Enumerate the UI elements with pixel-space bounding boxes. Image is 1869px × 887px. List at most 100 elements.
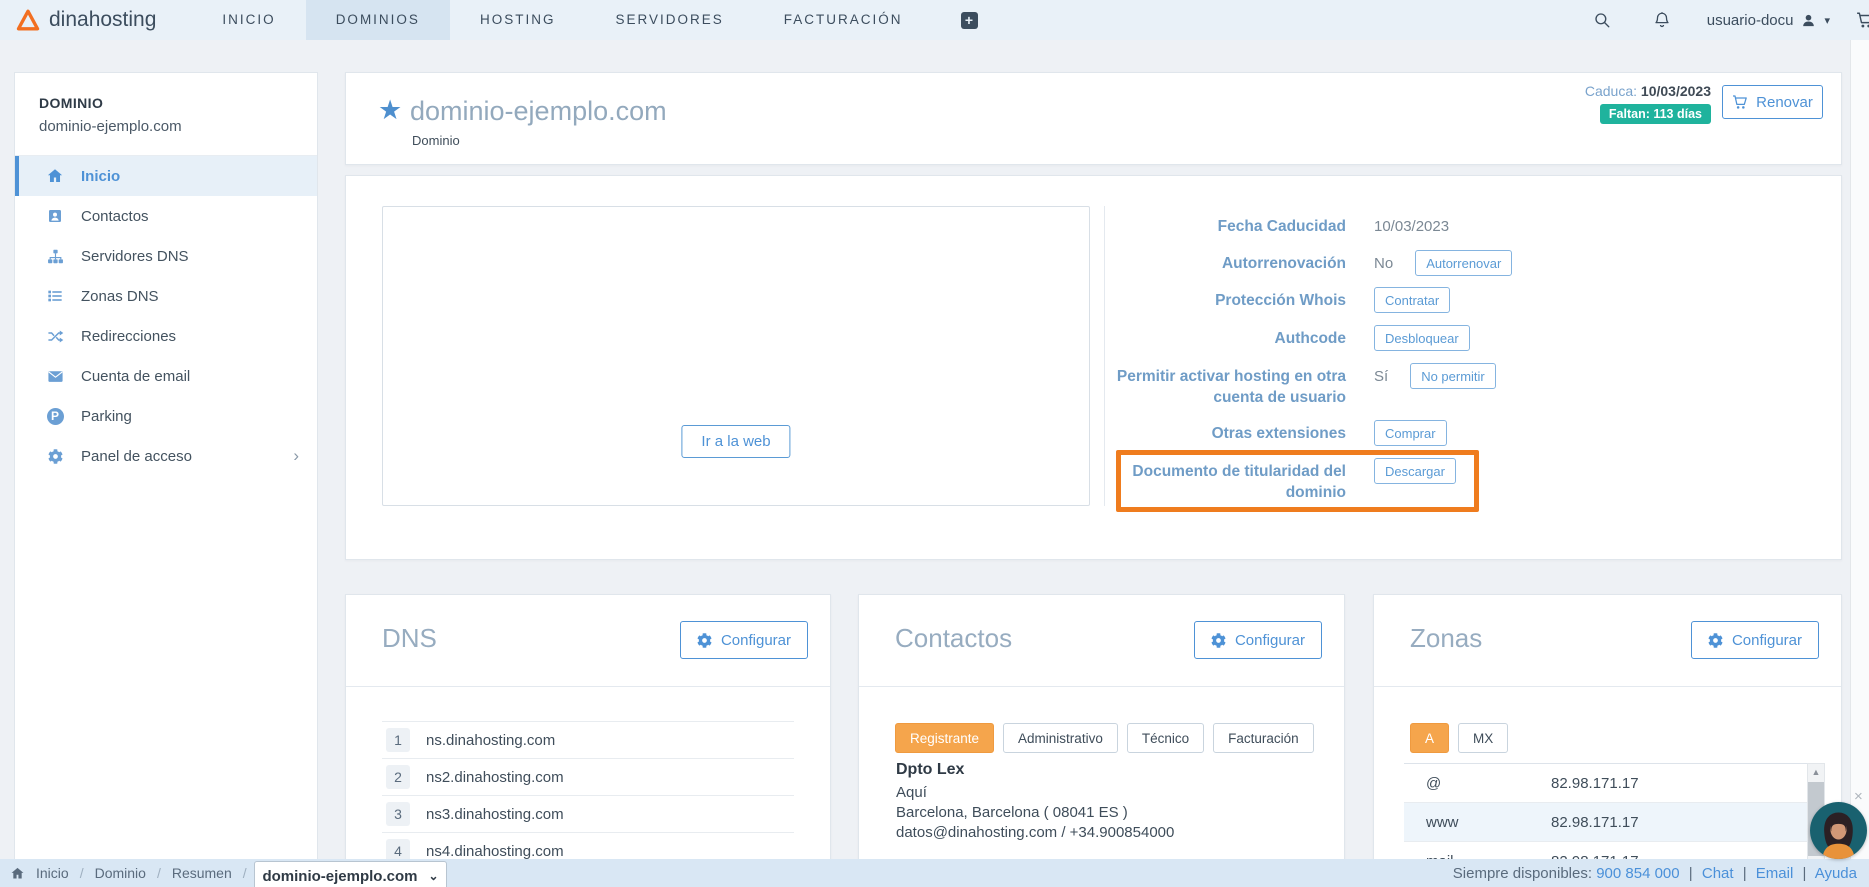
address-card-icon — [45, 207, 65, 225]
dns-card-header: DNS Configurar — [346, 595, 830, 687]
visit-website-button[interactable]: Ir a la web — [681, 425, 791, 458]
overview-row-fecha-caducidad: Fecha Caducidad 10/03/2023 — [1217, 218, 1450, 235]
bottom-bar: Inicio / Dominio / Resumen / dominio-eje… — [0, 859, 1869, 887]
tab-record-mx[interactable]: MX — [1458, 723, 1509, 753]
sidebar-menu: Inicio Contactos Servidores DNS Zonas DN… — [15, 156, 317, 476]
nav-item-hosting[interactable]: HOSTING — [450, 0, 586, 40]
domain-type-label: Dominio — [412, 133, 460, 148]
envelope-icon — [45, 367, 65, 385]
registrant-contact-details: Dpto Lex Aquí Barcelona, Barcelona ( 080… — [896, 760, 1174, 843]
home-icon — [45, 167, 65, 185]
dns-server-row: 1 ns.dinahosting.com — [382, 722, 794, 759]
nav-item-inicio[interactable]: INICIO — [192, 0, 305, 40]
zones-card: Zonas Configurar A MX @ 82.98.171.17 www… — [1373, 594, 1842, 887]
autorenew-value: No — [1374, 255, 1394, 272]
support-phone-link[interactable]: 900 854 000 — [1596, 865, 1679, 882]
sidebar-item-contactos[interactable]: Contactos — [15, 196, 317, 236]
add-service-icon[interactable]: + — [960, 11, 978, 29]
domain-selector-dropdown[interactable]: dominio-ejemplo.com ⌄ — [254, 861, 447, 887]
breadcrumb-dominio[interactable]: Dominio — [95, 865, 146, 881]
disallow-hosting-button[interactable]: No permitir — [1410, 363, 1496, 389]
support-chat-avatar[interactable] — [1810, 802, 1867, 859]
user-menu[interactable]: usuario-docu ▾ — [1707, 12, 1830, 29]
top-navigation: dinahosting INICIO DOMINIOS HOSTING SERV… — [0, 0, 1869, 40]
brand-name: dinahosting — [49, 8, 157, 31]
topnav-right: usuario-docu ▾ — [1593, 11, 1869, 29]
dinahosting-logo[interactable]: dinahosting — [0, 8, 192, 32]
tab-tecnico[interactable]: Técnico — [1126, 723, 1205, 753]
sidebar-item-servidores-dns[interactable]: Servidores DNS — [15, 236, 317, 276]
favorite-star-icon[interactable]: ★ — [378, 95, 402, 126]
website-preview: Ir a la web — [382, 206, 1090, 506]
days-left-badge: Faltan: 113 días — [1599, 104, 1711, 124]
sidebar-item-zonas-dns[interactable]: Zonas DNS — [15, 276, 317, 316]
breadcrumb-inicio[interactable]: Inicio — [36, 865, 69, 881]
contacts-configure-button[interactable]: Configurar — [1193, 621, 1322, 659]
dinahosting-control-panel: dinahosting INICIO DOMINIOS HOSTING SERV… — [0, 0, 1869, 887]
nav-item-facturacion[interactable]: FACTURACIÓN — [754, 0, 933, 40]
caret-down-icon: ▾ — [1824, 14, 1830, 27]
dns-card-title: DNS — [382, 623, 437, 653]
sidebar-section-label: DOMINIO — [39, 95, 104, 111]
renew-button[interactable]: Renovar — [1722, 85, 1823, 119]
sidebar-item-cuenta-email[interactable]: Cuenta de email — [15, 356, 317, 396]
agent-photo — [1810, 802, 1867, 859]
tab-facturacion[interactable]: Facturación — [1213, 723, 1314, 753]
chat-close-icon[interactable]: × — [1854, 789, 1863, 804]
tab-administrativo[interactable]: Administrativo — [1003, 723, 1118, 753]
sidebar-item-redirecciones[interactable]: Redirecciones — [15, 316, 317, 356]
gear-icon — [1211, 633, 1226, 648]
home-icon — [10, 866, 25, 881]
nav-item-dominios[interactable]: DOMINIOS — [305, 0, 450, 40]
expiry-date-value: 10/03/2023 — [1374, 218, 1450, 235]
zone-record-row: www 82.98.171.17 — [1404, 803, 1809, 842]
email-link[interactable]: Email — [1756, 865, 1794, 882]
contacts-card-header: Contactos Configurar — [859, 595, 1344, 687]
authcode-unlock-button[interactable]: Desbloquear — [1374, 325, 1470, 351]
support-availability: Siempre disponibles: 900 854 000 | Chat … — [1452, 864, 1857, 882]
help-link[interactable]: Ayuda — [1815, 865, 1857, 882]
scroll-up-icon[interactable]: ▲ — [1808, 764, 1824, 780]
zones-card-title: Zonas — [1410, 623, 1483, 653]
breadcrumb-resumen[interactable]: Resumen — [172, 865, 232, 881]
autorenew-button[interactable]: Autorrenovar — [1415, 250, 1513, 276]
tab-registrante[interactable]: Registrante — [895, 723, 995, 753]
page-scrollbar[interactable] — [1850, 40, 1869, 859]
zones-card-header: Zonas Configurar — [1374, 595, 1841, 687]
tab-record-a[interactable]: A — [1410, 723, 1450, 753]
gear-icon — [697, 633, 712, 648]
zone-record-row: @ 82.98.171.17 — [1404, 764, 1809, 803]
contacts-card: Contactos Configurar Registrante Adminis… — [858, 594, 1345, 887]
sidebar-item-parking[interactable]: P Parking — [15, 396, 317, 436]
chevron-right-icon: › — [293, 446, 299, 465]
chat-link[interactable]: Chat — [1702, 865, 1734, 882]
expires-date: 10/03/2023 — [1640, 83, 1711, 99]
sidebar-header: DOMINIO dominio-ejemplo.com — [15, 73, 317, 156]
domain-sidebar: DOMINIO dominio-ejemplo.com Inicio Conta… — [14, 72, 318, 860]
search-icon[interactable] — [1593, 11, 1611, 29]
domain-title: dominio-ejemplo.com — [410, 96, 667, 126]
dns-server-row: 2 ns2.dinahosting.com — [382, 759, 794, 796]
sidebar-domain-name: dominio-ejemplo.com — [39, 118, 182, 135]
sitemap-icon — [45, 247, 65, 265]
contact-email-phone: datos@dinahosting.com / +34.900854000 — [896, 824, 1175, 841]
dns-card: DNS Configurar 1 ns.dinahosting.com 2 ns… — [345, 594, 831, 887]
download-ownership-document-button[interactable]: Descargar — [1374, 458, 1456, 484]
buy-extensions-button[interactable]: Comprar — [1374, 420, 1447, 446]
overview-row-permitir-hosting: Permitir activar hosting en otra cuenta … — [1111, 363, 1841, 408]
notifications-bell-icon[interactable] — [1653, 11, 1671, 29]
cart-icon[interactable] — [1856, 11, 1869, 29]
dns-configure-button[interactable]: Configurar — [679, 621, 808, 659]
list-icon — [45, 287, 65, 305]
whois-contract-button[interactable]: Contratar — [1374, 287, 1451, 313]
contact-type-tabs: Registrante Administrativo Técnico Factu… — [895, 723, 1314, 753]
sidebar-item-inicio[interactable]: Inicio — [15, 156, 317, 196]
domain-overview-card: Ir a la web Fecha Caducidad 10/03/2023 A… — [345, 175, 1842, 560]
user-icon — [1801, 13, 1816, 28]
zones-configure-button[interactable]: Configurar — [1690, 621, 1819, 659]
dns-server-list: 1 ns.dinahosting.com 2 ns2.dinahosting.c… — [382, 721, 794, 870]
sidebar-item-panel-acceso[interactable]: Panel de acceso › — [15, 436, 317, 476]
overview-row-otras-extensiones: Otras extensiones Comprar — [1111, 420, 1841, 446]
contacts-card-title: Contactos — [895, 623, 1013, 653]
nav-item-servidores[interactable]: SERVIDORES — [585, 0, 753, 40]
